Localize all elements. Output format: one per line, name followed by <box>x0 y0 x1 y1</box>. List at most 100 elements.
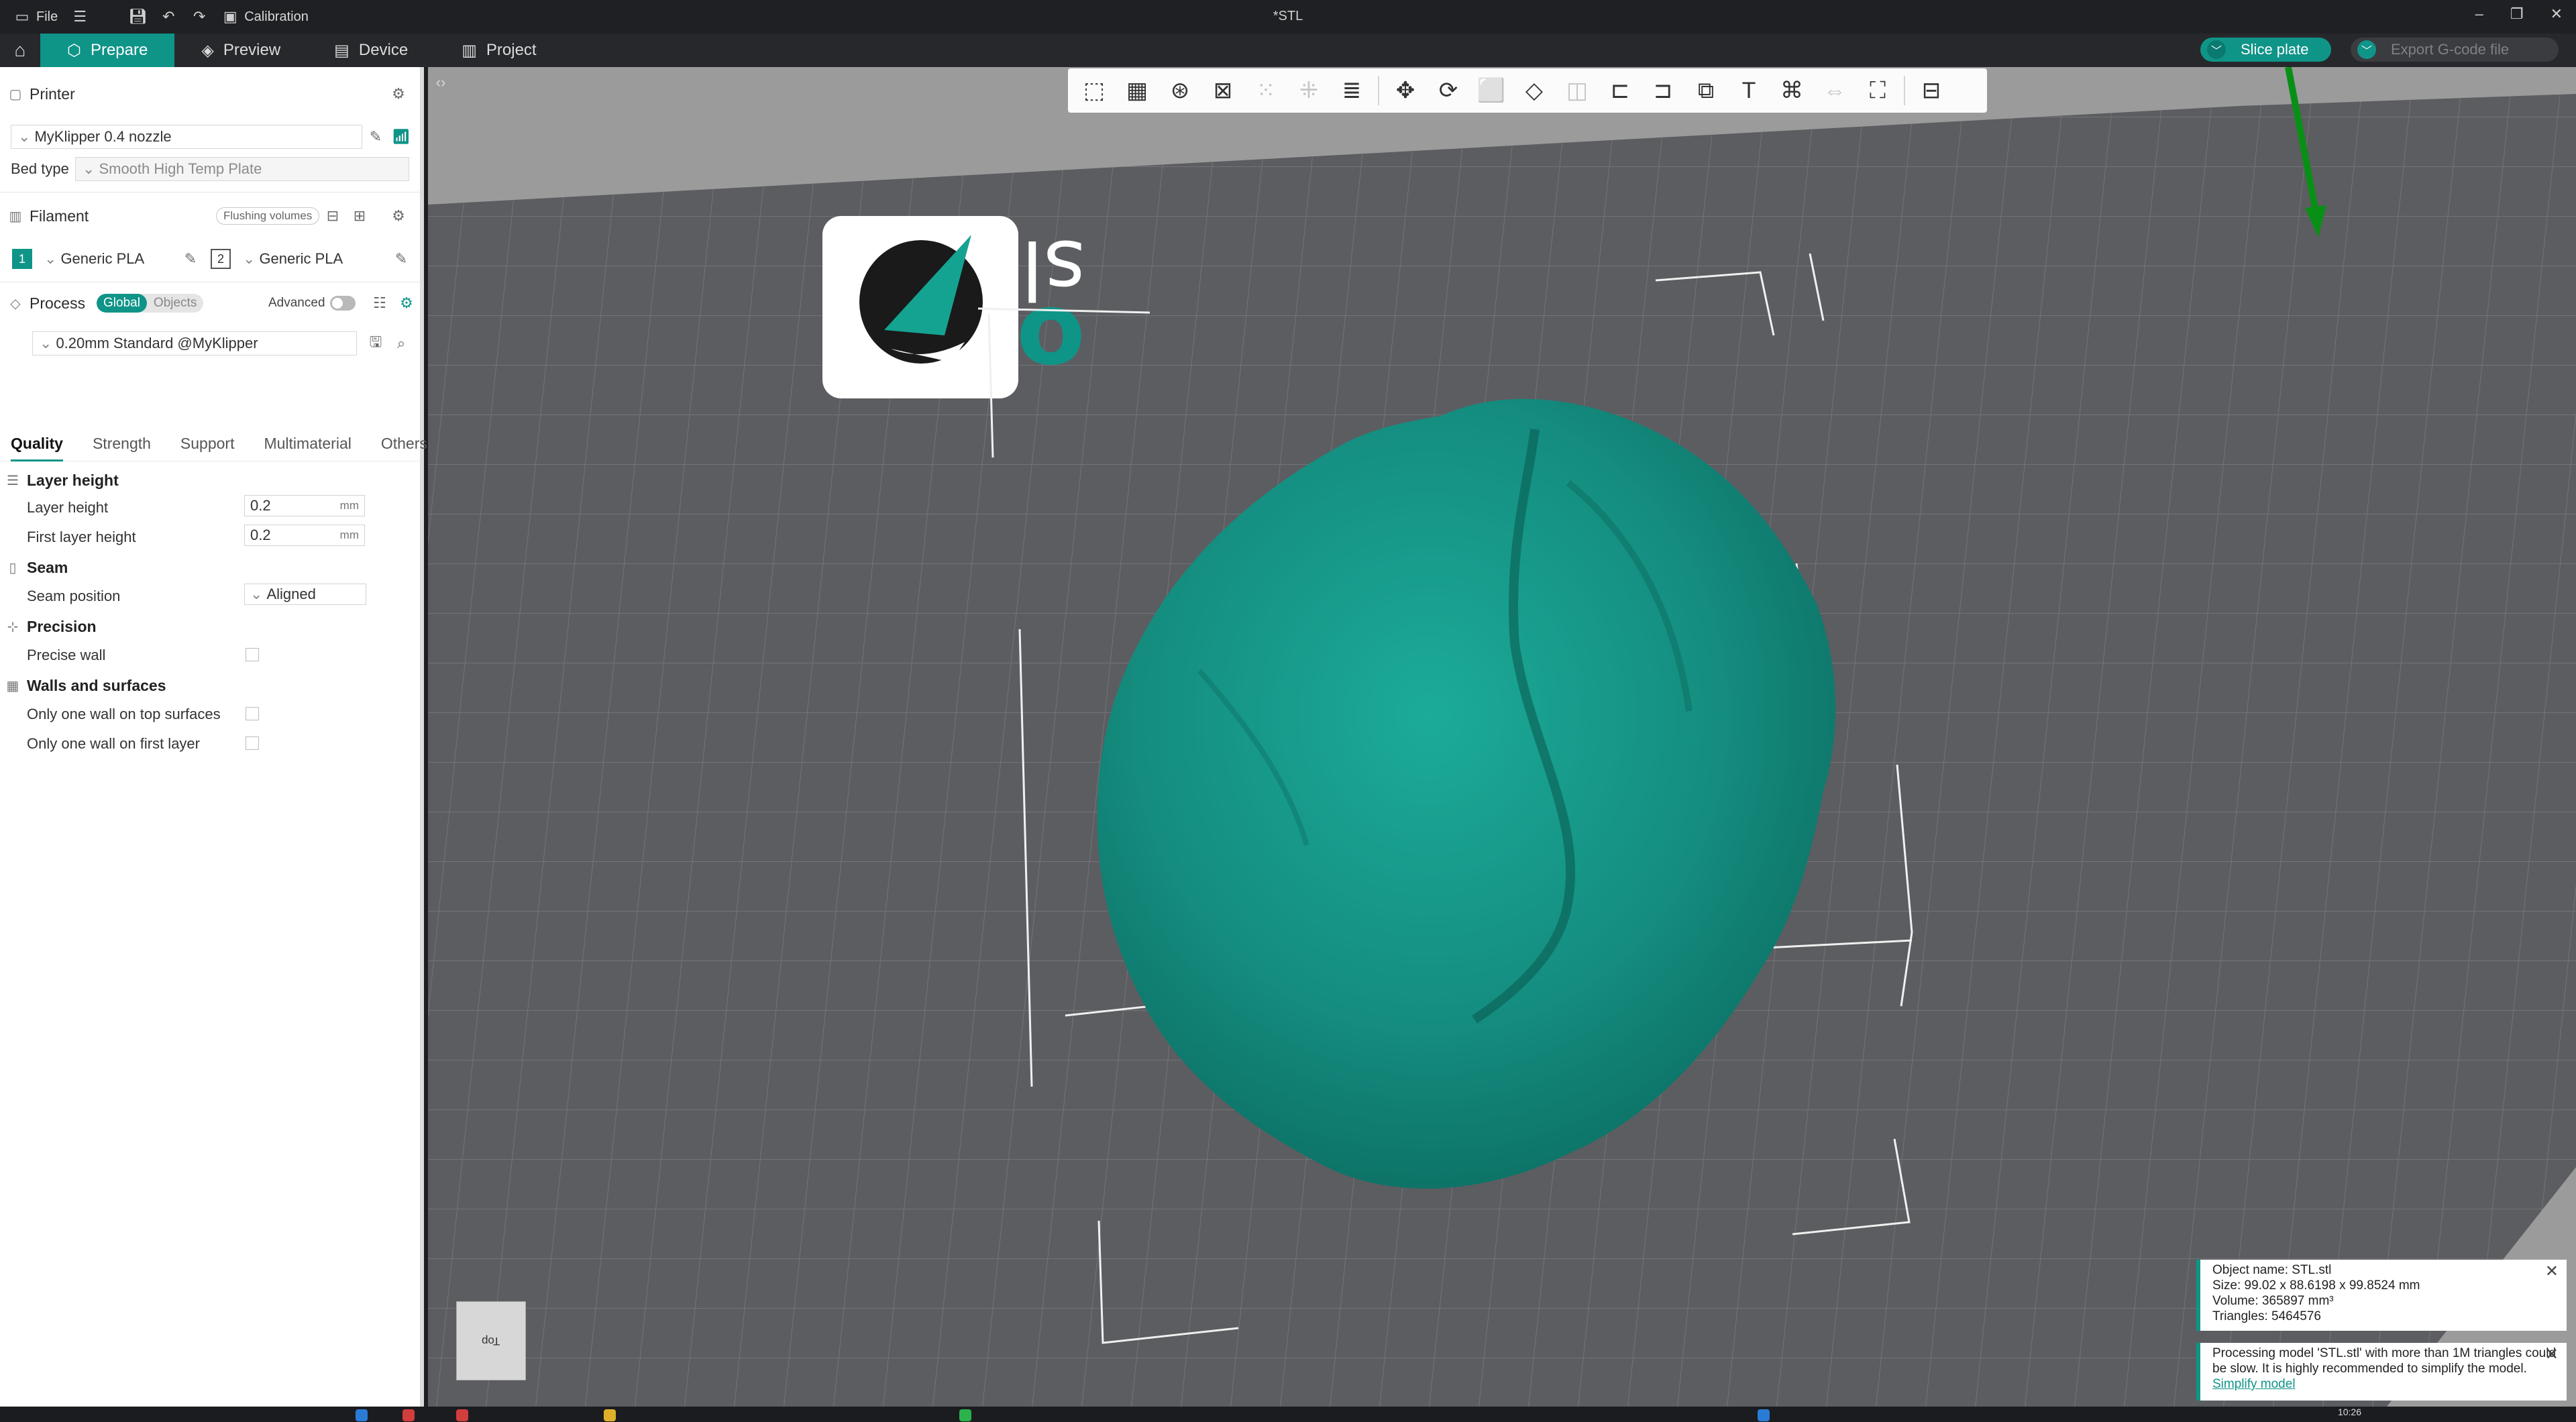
chevron-down-icon[interactable]: ﹀ <box>2207 40 2226 59</box>
precise-wall-checkbox[interactable] <box>246 648 259 661</box>
collapse-sidebar-button[interactable]: ‹› <box>429 71 452 94</box>
object-volume: Volume: 365897 mm³ <box>2212 1294 2334 1308</box>
filament-slot-1-select[interactable]: ⌄ Generic PLA <box>38 247 178 271</box>
mesh-boolean-icon[interactable]: ⧉ <box>1689 74 1723 107</box>
title-bar: ▭ File ☰ 💾︎ ↶ ↷ ▣ Calibration *STL – ❐ ✕ <box>0 0 2576 34</box>
tab-strength[interactable]: Strength <box>93 435 151 461</box>
view-cube[interactable]: Top <box>456 1301 526 1380</box>
filament-settings-icon[interactable]: ⚙ <box>389 207 408 225</box>
filament-slot-2-select[interactable]: ⌄ Generic PLA <box>236 247 390 271</box>
add-filament-icon[interactable]: ⊞ <box>350 207 369 225</box>
compare-icon[interactable]: ☷ <box>370 294 389 313</box>
process-scope-toggle[interactable]: Global Objects <box>97 294 204 313</box>
minimize-icon[interactable]: – <box>2475 5 2483 23</box>
edit-icon[interactable]: ✎ <box>392 250 411 268</box>
close-icon[interactable]: ✕ <box>2545 1264 2559 1280</box>
layer-height-input[interactable]: 0.2 mm <box>244 495 365 516</box>
lay-on-face-icon[interactable]: ◇ <box>1517 74 1551 107</box>
notes-button[interactable]: ☰ <box>71 8 89 25</box>
seam-icon: ▯ <box>9 560 17 576</box>
seam-paint-icon[interactable]: ⊐ <box>1646 74 1680 107</box>
edit-icon[interactable]: ✎ <box>366 127 385 146</box>
flushing-volumes-button[interactable]: Flushing volumes <box>216 207 320 225</box>
tab-preview[interactable]: ◈ Preview <box>174 34 307 67</box>
measure-icon[interactable]: ⇔ <box>1818 74 1851 107</box>
tab-support[interactable]: Support <box>180 435 235 461</box>
first-layer-height-input[interactable]: 0.2 mm <box>244 525 365 546</box>
close-icon[interactable]: ✕ <box>2545 1347 2559 1363</box>
tab-prepare[interactable]: ⬡ Prepare <box>40 34 175 67</box>
advanced-label: Advanced <box>268 296 325 310</box>
redo-button[interactable]: ↷ <box>191 8 208 25</box>
app-icon[interactable] <box>1758 1409 1770 1421</box>
bed-type-select[interactable]: ⌄ Smooth High Temp Plate <box>75 157 409 181</box>
grid-icon[interactable]: ▦ <box>1120 74 1154 107</box>
remove-filament-icon[interactable]: ⊟ <box>323 207 342 225</box>
slice-plate-label: Slice plate <box>2241 41 2309 58</box>
tab-device[interactable]: ▤ Device <box>307 34 435 67</box>
menu-bar: ⌂ ⬡ Prepare ◈ Preview ▤ Device ▥ Project <box>0 34 2576 67</box>
text-icon[interactable]: T <box>1732 74 1766 107</box>
file-menu[interactable]: ▭ File <box>13 8 58 25</box>
taskbar-clock: 10:26 <box>2337 1407 2361 1417</box>
assembly-icon[interactable]: ⌘ <box>1775 74 1809 107</box>
seam-position-select[interactable]: ⌄ Aligned <box>244 584 366 605</box>
variable-layer-icon[interactable]: ⊟ <box>1915 74 1948 107</box>
objects-option[interactable]: Objects <box>147 294 203 313</box>
printer-section-header: ▢ Printer ⚙ <box>0 80 420 107</box>
tab-quality[interactable]: Quality <box>11 435 63 461</box>
home-button[interactable]: ⌂ <box>0 34 40 67</box>
advanced-toggle[interactable] <box>330 296 356 311</box>
tab-multimaterial[interactable]: Multimaterial <box>264 435 351 461</box>
scale-icon[interactable]: ⬜ <box>1474 74 1508 107</box>
fit-view-icon[interactable]: ⛶ <box>1861 74 1894 107</box>
save-preset-icon[interactable]: 🖫︎ <box>366 333 385 353</box>
app-icon[interactable] <box>456 1409 468 1421</box>
edit-icon[interactable]: ✎ <box>181 250 200 268</box>
restore-icon[interactable]: ❐ <box>2510 5 2524 23</box>
printer-settings-icon[interactable]: ⚙ <box>389 85 408 103</box>
search-icon[interactable]: ⌕ <box>392 334 411 353</box>
add-cube-icon[interactable]: ⬚ <box>1077 74 1111 107</box>
chevron-down-icon[interactable]: ﹀ <box>2357 40 2376 59</box>
one-wall-top-checkbox[interactable] <box>246 707 259 720</box>
process-preset-select[interactable]: ⌄ 0.20mm Standard @MyKlipper <box>32 331 357 356</box>
app-icon[interactable] <box>604 1409 616 1421</box>
tab-others[interactable]: Others <box>381 435 427 461</box>
support-paint-icon[interactable]: ⊏ <box>1603 74 1637 107</box>
cut-icon[interactable]: ◫ <box>1560 74 1594 107</box>
layer-height-label: Layer height <box>27 499 109 516</box>
viewport-toolbar: ⬚ ▦ ⊛ ⊠ ⁙ ⁜ ≣ ✥ ⟳ ⬜ ◇ ◫ ⊏ ⊐ ⧉ T ⌘ ⇔ ⛶ ⊟ <box>1068 68 1987 113</box>
auto-orient-icon[interactable]: ⊛ <box>1163 74 1197 107</box>
3d-viewport[interactable]: slicer orca <box>428 67 2576 1407</box>
export-gcode-button[interactable]: ﹀ Export G-code file <box>2351 38 2559 62</box>
rotate-icon[interactable]: ⟳ <box>1432 74 1465 107</box>
object-size: Size: 99.02 x 88.6198 x 99.8524 mm <box>2212 1278 2420 1293</box>
save-button[interactable]: 💾︎ <box>128 8 147 25</box>
app-icon[interactable] <box>402 1409 415 1421</box>
app-icon[interactable] <box>959 1409 971 1421</box>
tab-project[interactable]: ▥ Project <box>435 34 563 67</box>
split-parts-icon[interactable]: ⁜ <box>1292 74 1326 107</box>
process-preset-name: 0.20mm Standard @MyKlipper <box>56 335 258 351</box>
slice-plate-button[interactable]: ﹀ Slice plate <box>2200 38 2331 62</box>
simplify-model-link[interactable]: Simplify model <box>2212 1377 2296 1391</box>
layers-list-icon[interactable]: ≣ <box>1335 74 1368 107</box>
printer-select[interactable]: ⌄ MyKlipper 0.4 nozzle <box>11 125 362 149</box>
move-icon[interactable]: ✥ <box>1389 74 1422 107</box>
process-settings-icon[interactable]: ⚙ <box>397 294 416 313</box>
undo-button[interactable]: ↶ <box>160 8 177 25</box>
calibration-menu[interactable]: ▣ Calibration <box>221 8 309 25</box>
chevron-down-icon: ⌄ <box>250 586 263 602</box>
wifi-icon[interactable]: 📶︎ <box>392 127 411 146</box>
notes-icon: ☰ <box>73 8 87 25</box>
close-icon[interactable]: ✕ <box>2551 5 2563 23</box>
split-objects-icon[interactable]: ⁙ <box>1249 74 1283 107</box>
export-gcode-label: Export G-code file <box>2391 41 2510 58</box>
app-icon[interactable] <box>356 1409 368 1421</box>
one-wall-first-checkbox[interactable] <box>246 736 259 750</box>
global-option[interactable]: Global <box>97 294 147 313</box>
project-icon: ▥ <box>462 41 477 60</box>
arrange-icon[interactable]: ⊠ <box>1206 74 1240 107</box>
layer-height-value: 0.2 <box>250 497 271 514</box>
